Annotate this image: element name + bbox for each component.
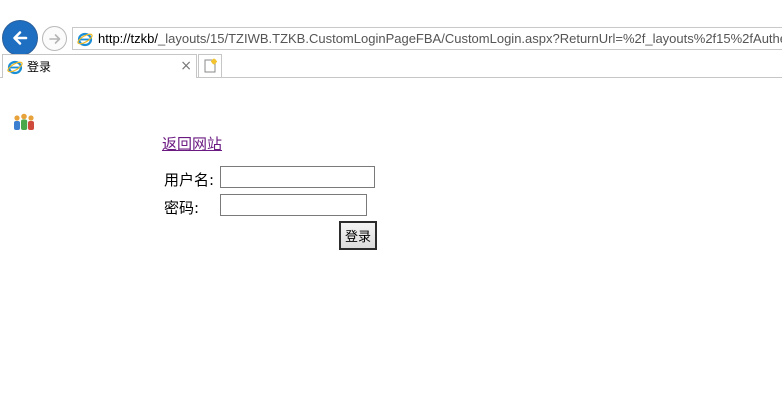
close-icon[interactable]: × bbox=[180, 58, 192, 74]
back-button[interactable] bbox=[2, 20, 38, 56]
login-button[interactable]: 登录 bbox=[339, 221, 377, 250]
tab-strip: 登录 × bbox=[0, 54, 782, 78]
people-group-icon bbox=[14, 113, 34, 130]
password-label: 密码: bbox=[164, 199, 200, 217]
username-field[interactable] bbox=[220, 166, 375, 188]
url-text: http://tzkb/_layouts/15/TZIWB.TZKB.Custo… bbox=[98, 31, 782, 46]
new-tab-icon bbox=[204, 58, 217, 73]
new-tab-button[interactable] bbox=[198, 54, 222, 77]
address-bar-area: http://tzkb/_layouts/15/TZIWB.TZKB.Custo… bbox=[0, 0, 782, 56]
tab-login[interactable]: 登录 × bbox=[2, 54, 197, 78]
ie-logo-icon bbox=[7, 60, 23, 74]
url-host: http://tzkb/ bbox=[98, 31, 158, 46]
username-label: 用户名: bbox=[164, 171, 215, 189]
url-field[interactable]: http://tzkb/_layouts/15/TZIWB.TZKB.Custo… bbox=[72, 27, 782, 50]
forward-button[interactable] bbox=[42, 26, 67, 51]
browser-window: http://tzkb/_layouts/15/TZIWB.TZKB.Custo… bbox=[0, 0, 782, 410]
login-page: 返回网站 用户名: 密码: 登录 bbox=[0, 78, 782, 410]
back-arrow-icon bbox=[13, 31, 28, 45]
password-field[interactable] bbox=[220, 194, 367, 216]
forward-arrow-icon bbox=[48, 33, 60, 44]
tab-title: 登录 bbox=[27, 60, 52, 74]
return-to-site-link[interactable]: 返回网站 bbox=[162, 133, 222, 154]
ie-logo-icon bbox=[77, 32, 93, 46]
url-path: _layouts/15/TZIWB.TZKB.CustomLoginPageFB… bbox=[157, 31, 782, 46]
